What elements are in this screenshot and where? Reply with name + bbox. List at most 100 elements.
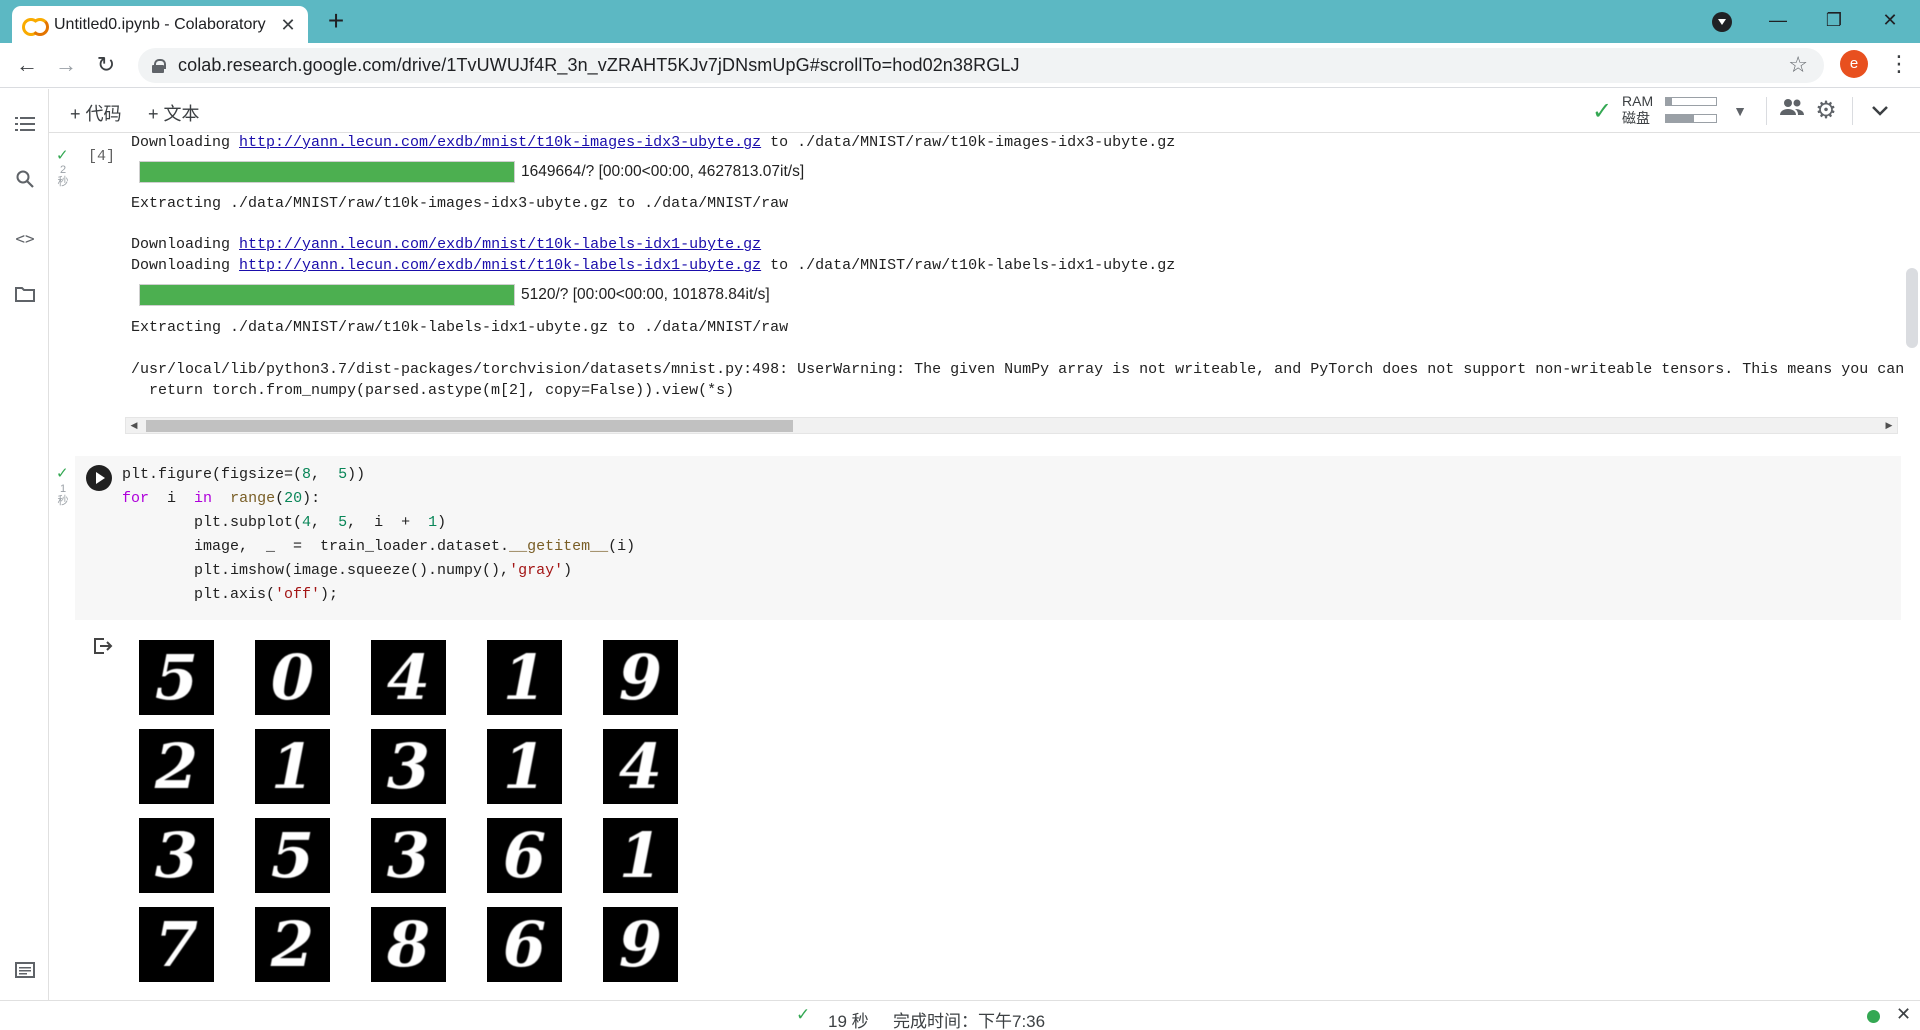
url-text[interactable]: colab.research.google.com/drive/1TvUWUJf… [178,55,1020,76]
browser-tab-strip: Untitled0.ipynb - Colaboratory ✕ + — ❐ ✕ [0,0,1920,43]
status-duration: 19 秒 [828,1012,869,1030]
code-line-1[interactable]: plt.figure(figsize=(8, 5)) [122,466,365,483]
mnist-digit-image: 1 [255,729,330,804]
reload-icon[interactable]: ↻ [92,51,120,79]
code-line-2[interactable]: for i in range(20): [122,490,320,507]
output-line-download-2: Downloading http://yann.lecun.com/exdb/m… [131,236,762,253]
mnist-digit-glyph: 2 [154,730,199,803]
code-cell-success-check-icon: ✓ [56,465,69,482]
search-icon[interactable] [12,169,38,195]
mnist-digit-image: 5 [139,640,214,715]
address-bar[interactable]: colab.research.google.com/drive/1TvUWUJf… [138,48,1824,83]
output-actions-icon[interactable] [93,637,113,655]
resource-labels[interactable]: RAM 磁盘 [1622,93,1653,127]
output-warning-line-2: return torch.from_numpy(parsed.astype(m[… [131,382,735,399]
browser-tab[interactable]: Untitled0.ipynb - Colaboratory ✕ [12,6,308,43]
header-divider [1766,97,1767,125]
mnist-digit-glyph: 0 [270,641,315,714]
tab-close-icon[interactable]: ✕ [278,15,298,35]
cell-exec-count: [4] [88,148,116,165]
connected-check-icon[interactable]: ✓ [1592,97,1612,126]
tab-title: Untitled0.ipynb - Colaboratory [54,15,266,33]
forward-arrow-icon[interactable]: → [52,51,80,79]
back-arrow-icon[interactable]: ← [13,51,41,79]
profile-avatar[interactable]: e [1840,50,1868,78]
minimize-button[interactable]: — [1750,0,1806,43]
status-close-icon[interactable]: ✕ [1896,1004,1911,1025]
terminal-icon[interactable] [12,959,38,985]
mnist-digit-glyph: 5 [270,819,315,892]
mnist-digit-image: 7 [139,907,214,982]
mnist-digit-glyph: 7 [154,908,199,981]
browser-menu-icon[interactable]: ⋮ [1888,50,1910,78]
tab-search-icon[interactable] [1712,12,1732,32]
mnist-digit-image: 6 [487,818,562,893]
mnist-digit-glyph: 4 [386,641,431,714]
mnist-digit-glyph: 6 [502,908,547,981]
output-horizontal-scrollbar[interactable]: ◀ ▶ [125,417,1898,434]
code-line-6[interactable]: plt.axis('off'); [122,586,338,603]
disk-usage-fill [1666,115,1694,122]
output-line-download-3: Downloading http://yann.lecun.com/exdb/m… [131,257,1176,274]
mnist-digit-image: 1 [487,640,562,715]
window-close-button[interactable]: ✕ [1862,0,1918,43]
ram-usage-bar[interactable] [1665,97,1717,106]
mnist-digit-image: 9 [603,640,678,715]
mnist-digit-image: 9 [603,907,678,982]
left-sidebar: <> [0,89,49,1000]
add-text-button[interactable]: + 文本 [148,100,200,126]
mnist-digit-glyph: 8 [386,908,431,981]
mnist-digit-glyph: 5 [154,641,199,714]
table-of-contents-icon[interactable] [12,113,38,139]
mnist-digit-image: 2 [255,907,330,982]
notebook-vertical-scrollbar[interactable] [1906,268,1918,348]
scroll-right-arrow-icon[interactable]: ▶ [1881,418,1897,433]
output-line-download-1: Downloading http://yann.lecun.com/exdb/m… [131,134,1176,151]
restore-button[interactable]: ❐ [1806,0,1862,43]
bookmark-star-icon[interactable]: ☆ [1788,52,1808,78]
mnist-digit-glyph: 9 [618,908,663,981]
download-progress-2: 5120/? [00:00<00:00, 101878.84it/s] [139,284,770,306]
runtime-dropdown-icon[interactable]: ▼ [1726,97,1754,125]
scroll-left-arrow-icon[interactable]: ◀ [126,418,142,433]
cell-success-check-icon: ✓ [56,147,69,164]
scrollbar-thumb[interactable] [146,420,793,432]
folder-icon[interactable] [12,283,38,309]
code-line-5[interactable]: plt.imshow(image.squeeze().numpy(),'gray… [122,562,572,579]
mnist-digit-image: 2 [139,729,214,804]
code-cell[interactable]: plt.figure(figsize=(8, 5)) for i in rang… [75,456,1901,620]
code-line-4[interactable]: image, _ = train_loader.dataset.__getite… [122,538,635,555]
mnist-digit-glyph: 1 [502,641,547,714]
disk-usage-bar[interactable] [1665,114,1717,123]
chevron-down-icon[interactable] [1866,97,1894,125]
mnist-digit-image: 1 [487,729,562,804]
output-line-extract-2: Extracting ./data/MNIST/raw/t10k-labels-… [131,319,789,336]
status-completed-time: 完成时间：下午7:36 [893,1012,1046,1030]
cell-exec-time: 2秒 [57,164,69,188]
settings-gear-icon[interactable]: ⚙ [1812,97,1840,125]
download-link-1[interactable]: http://yann.lecun.com/exdb/mnist/t10k-im… [239,134,761,151]
browser-toolbar: ← → ↻ colab.research.google.com/drive/1T… [0,43,1920,88]
ram-label: RAM [1622,93,1654,109]
lock-icon[interactable] [152,58,166,73]
mnist-digit-glyph: 1 [618,819,663,892]
connection-status-dot [1867,1010,1880,1023]
code-line-3[interactable]: plt.subplot(4, 5, i + 1) [122,514,446,531]
new-tab-button[interactable]: + [322,7,350,36]
status-check-icon: ✓ [796,1005,811,1024]
run-cell-button[interactable] [86,465,112,491]
add-code-button[interactable]: + 代码 [70,100,122,126]
progress-text-2: 5120/? [00:00<00:00, 101878.84it/s] [521,286,770,303]
mnist-digit-glyph: 2 [270,908,315,981]
mnist-digit-glyph: 3 [386,819,431,892]
disk-label: 磁盘 [1622,110,1650,126]
code-snippets-icon[interactable]: <> [12,226,38,252]
colab-toolbar: + 代码 + 文本 ✓ RAM 磁盘 ▼ ⚙ [0,89,1920,133]
mnist-digit-glyph: 9 [618,641,663,714]
share-people-icon[interactable] [1778,97,1806,125]
progress-bar-1 [139,161,515,183]
download-link-2[interactable]: http://yann.lecun.com/exdb/mnist/t10k-la… [239,236,761,253]
mnist-digit-glyph: 1 [502,730,547,803]
download-link-3[interactable]: http://yann.lecun.com/exdb/mnist/t10k-la… [239,257,761,274]
download-progress-1: 1649664/? [00:00<00:00, 4627813.07it/s] [139,161,804,183]
